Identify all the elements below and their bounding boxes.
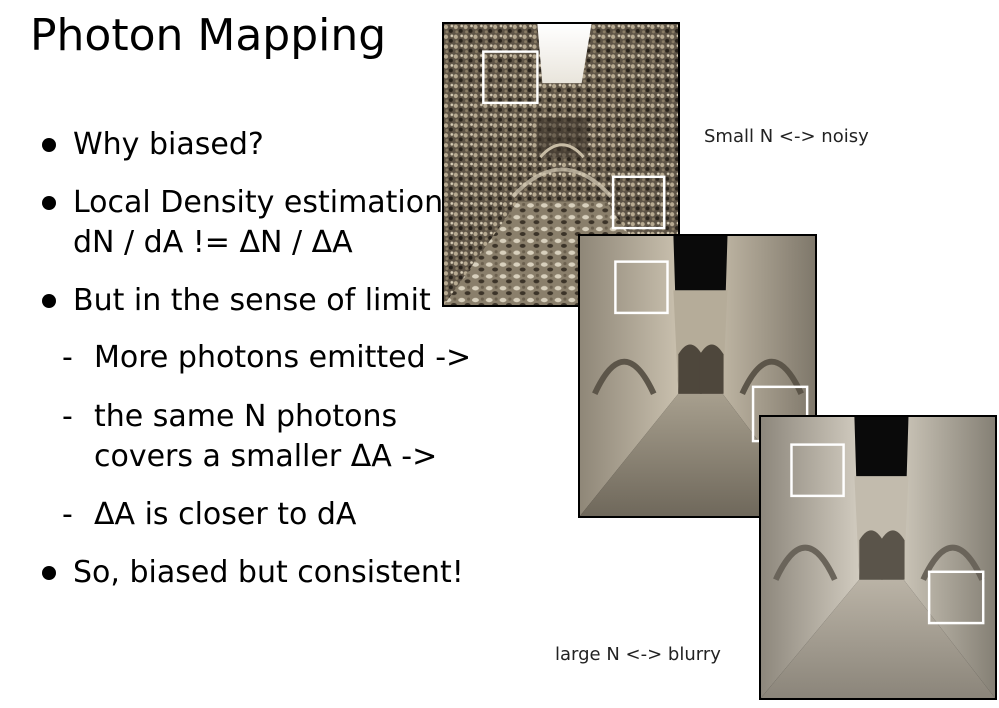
bullet-text: Local Density estimation: [73, 185, 444, 220]
bullet-dot: [42, 138, 56, 152]
bullet-dot: [42, 566, 56, 580]
subbullet-text: covers a smaller ΔA ->: [94, 439, 438, 474]
bullet-dot: [42, 294, 56, 308]
bullet-dot: [42, 196, 56, 210]
bullet-text: So, biased but consistent!: [73, 555, 464, 590]
caption-noisy: Small N <-> noisy: [704, 126, 869, 147]
render-blurry-image: [759, 415, 997, 700]
subbullet-text: the same N photons: [94, 399, 398, 434]
bullet-text: But in the sense of limit: [73, 283, 431, 318]
bullet-text: Why biased?: [73, 127, 264, 162]
subbullet-text: ΔA is closer to dA: [94, 497, 357, 532]
subbullet-text: More photons emitted ->: [94, 340, 472, 375]
caption-blurry: large N <-> blurry: [555, 644, 721, 665]
subbullet-dash: -: [62, 399, 73, 434]
subbullet-dash: -: [62, 497, 73, 532]
subbullet-dash: -: [62, 340, 73, 375]
bullet-text-formula: dN / dA != ΔN / ΔA: [73, 225, 353, 260]
